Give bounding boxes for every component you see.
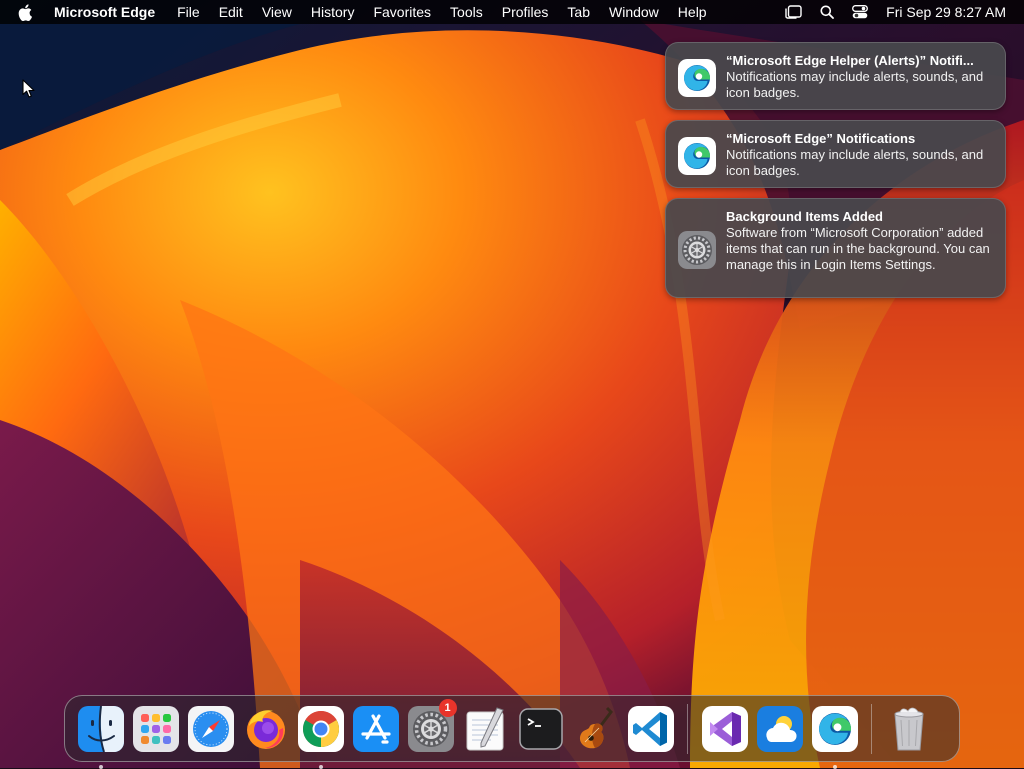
menu-window[interactable]: Window [609, 4, 659, 20]
dock-trash[interactable] [886, 706, 932, 752]
notification-body: Notifications may include alerts, sounds… [726, 69, 984, 100]
desktop-wallpaper [0, 0, 1024, 768]
menu-file[interactable]: File [177, 4, 200, 20]
menu-help[interactable]: Help [678, 4, 707, 20]
launchpad-icon [132, 705, 179, 752]
dock: 1 [64, 695, 960, 769]
notification-edge[interactable]: “Microsoft Edge” Notifications Notificat… [665, 120, 1006, 188]
dock-separator [687, 703, 688, 754]
menu-tab[interactable]: Tab [567, 4, 590, 20]
mouse-cursor-icon [22, 79, 36, 104]
visual-studio-icon [701, 705, 748, 752]
chrome-icon [297, 705, 344, 752]
dock-visual-studio[interactable] [701, 705, 748, 752]
dock-chrome[interactable] [297, 705, 344, 769]
notification-body: Notifications may include alerts, sounds… [726, 147, 984, 178]
dock-firefox[interactable] [243, 706, 289, 752]
menu-bar-clock[interactable]: Fri Sep 29 8:27 AM [886, 4, 1006, 20]
spotlight-search-icon[interactable] [820, 5, 835, 19]
control-center-icon[interactable] [852, 5, 869, 19]
menu-view[interactable]: View [262, 4, 292, 20]
terminal-icon [518, 707, 563, 750]
menu-extras: Fri Sep 29 8:27 AM [766, 4, 1014, 20]
menu-favorites[interactable]: Favorites [373, 4, 431, 20]
dock-system-settings[interactable]: 1 [407, 698, 457, 752]
menu-bar: Microsoft Edge File Edit View History Fa… [0, 0, 1024, 24]
edge-icon [811, 705, 858, 752]
notification-body: Software from “Microsoft Corporation” ad… [726, 225, 990, 272]
weather-icon [756, 705, 803, 752]
dock-terminal[interactable] [518, 706, 564, 752]
notification-title: Background Items Added [726, 209, 883, 224]
dock-launchpad[interactable] [132, 705, 179, 752]
menu-edit[interactable]: Edit [219, 4, 243, 20]
dock-safari[interactable] [187, 705, 234, 752]
safari-icon [187, 705, 234, 752]
dock-finder[interactable] [77, 705, 124, 769]
dock-app-store[interactable] [352, 705, 399, 752]
notification-badge: 1 [438, 698, 457, 717]
dock-vscode[interactable] [627, 705, 674, 752]
trash-icon [893, 707, 924, 750]
notification-background-items[interactable]: Background Items Added Software from “Mi… [665, 198, 1006, 298]
dock-edge[interactable] [811, 705, 858, 769]
edge-icon [678, 59, 716, 97]
app-name-menu[interactable]: Microsoft Edge [54, 4, 155, 20]
system-settings-icon [678, 231, 716, 269]
menu-profiles[interactable]: Profiles [502, 4, 549, 20]
vscode-icon [627, 705, 674, 752]
menu-history[interactable]: History [311, 4, 355, 20]
dock-weather[interactable] [756, 705, 803, 752]
edge-icon [678, 137, 716, 175]
dock-separator [871, 703, 872, 754]
apple-menu-icon[interactable] [18, 3, 34, 21]
finder-icon [77, 705, 124, 752]
menu-tools[interactable]: Tools [450, 4, 483, 20]
dock-garageband[interactable] [573, 706, 619, 752]
stage-manager-icon[interactable] [784, 5, 802, 19]
app-store-icon [352, 705, 399, 752]
notification-title: “Microsoft Edge Helper (Alerts)” Notifi.… [726, 53, 974, 68]
notification-title: “Microsoft Edge” Notifications [726, 131, 916, 146]
firefox-icon [246, 709, 285, 749]
textedit-icon [466, 706, 504, 750]
dock-textedit[interactable] [463, 706, 509, 752]
notification-edge-helper-alerts[interactable]: “Microsoft Edge Helper (Alerts)” Notifi.… [665, 42, 1006, 110]
garageband-icon [579, 706, 613, 748]
